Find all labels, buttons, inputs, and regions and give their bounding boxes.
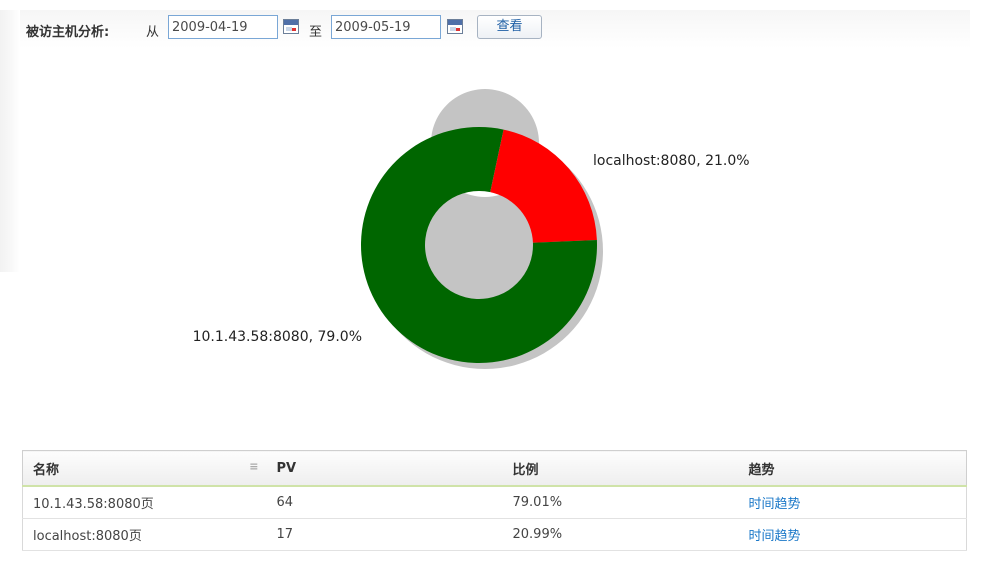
- host-pie-chart: localhost:8080, 21.0% 10.1.43.58:8080, 79…: [193, 88, 750, 369]
- cell-ratio: 20.99%: [502, 518, 739, 551]
- column-header-ratio[interactable]: 比例: [502, 450, 739, 487]
- column-header-label: 比例: [512, 462, 539, 478]
- cell-trend: 时间趋势: [738, 486, 967, 519]
- cell-ratio: 79.01%: [502, 486, 739, 519]
- table-row[interactable]: 10.1.43.58:8080页 64 79.01% 时间趋势: [22, 486, 967, 519]
- column-header-label: 趋势: [748, 462, 775, 478]
- slice-label: localhost:8080, 21.0%: [593, 153, 750, 169]
- column-header-label: 名称: [33, 462, 60, 478]
- time-trend-link[interactable]: 时间趋势: [749, 497, 801, 512]
- column-header-trend[interactable]: 趋势: [738, 450, 967, 487]
- column-header-name[interactable]: 名称 ≡: [22, 450, 267, 487]
- cell-pv: 17: [266, 518, 503, 551]
- cell-name: localhost:8080页: [22, 518, 267, 551]
- table-row[interactable]: localhost:8080页 17 20.99% 时间趋势: [22, 518, 967, 551]
- table-header-row: 名称 ≡ PV 比例 趋势: [22, 450, 967, 487]
- column-header-pv[interactable]: PV: [266, 450, 503, 487]
- time-trend-link[interactable]: 时间趋势: [749, 529, 801, 544]
- column-header-label: PV: [276, 460, 297, 476]
- cell-name: 10.1.43.58:8080页: [22, 486, 267, 519]
- column-menu-icon[interactable]: ≡: [249, 460, 258, 473]
- cell-pv: 64: [266, 486, 503, 519]
- cell-trend: 时间趋势: [738, 518, 967, 551]
- host-table: 名称 ≡ PV 比例 趋势 10.1.43.58:8080页 64 79.01%…: [22, 450, 967, 551]
- slice-label: 10.1.43.58:8080, 79.0%: [193, 329, 362, 345]
